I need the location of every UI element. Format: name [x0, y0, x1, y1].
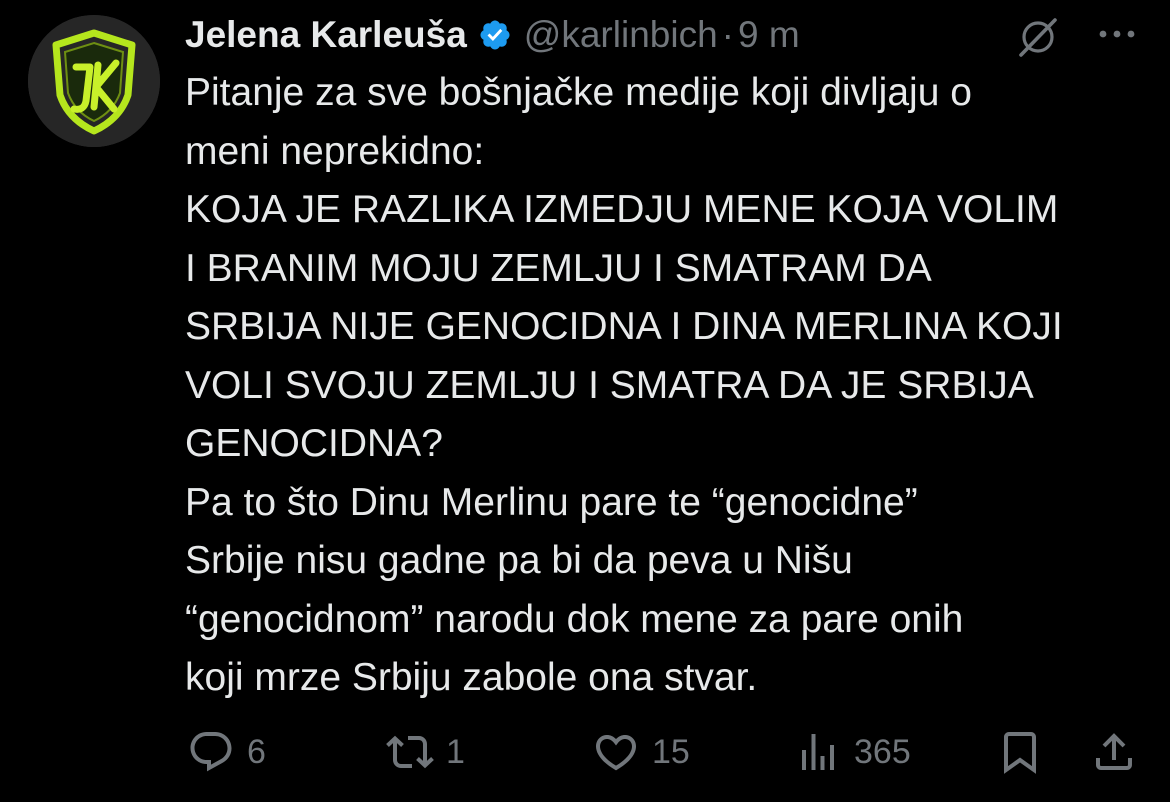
- display-name[interactable]: Jelena Karleuša: [185, 14, 467, 56]
- tweet: Jelena Karleuša @karlinbich · 9 m Pitanj…: [0, 0, 1170, 802]
- tweet-text-line: meni neprekidno:: [185, 129, 485, 173]
- avatar[interactable]: [28, 15, 160, 147]
- reply-button[interactable]: 6: [187, 726, 266, 778]
- separator-dot: ·: [721, 14, 734, 55]
- grok-icon[interactable]: [1015, 14, 1061, 60]
- tweet-text-line: “genocidnom” narodu dok mene za pare oni…: [185, 597, 964, 641]
- tweet-text-line: VOLI SVOJU ZEMLJU I SMATRA DA JE SRBIJA: [185, 363, 1034, 407]
- tweet-text-line: Pa to što Dinu Merlinu pare te “genocidn…: [185, 480, 918, 524]
- action-bar: 6 1 15 365: [0, 720, 1170, 784]
- reply-icon: [190, 732, 232, 772]
- like-button[interactable]: 15: [592, 726, 690, 778]
- heart-icon: [595, 735, 637, 771]
- bookmark-icon: [1004, 732, 1036, 774]
- views-chart-icon: [802, 734, 834, 770]
- like-count: 15: [652, 732, 690, 771]
- tweet-text-line: I BRANIM MOJU ZEMLJU I SMATRAM DA: [185, 246, 932, 290]
- bookmark-button[interactable]: [996, 726, 1044, 778]
- tweet-text-line: Srbije nisu gadne pa bi da peva u Nišu: [185, 539, 853, 582]
- tweet-text-line: Pitanje za sve bošnjačke medije koji div…: [185, 71, 972, 114]
- handle[interactable]: @karlinbich: [524, 14, 718, 56]
- timestamp[interactable]: 9 m: [738, 14, 800, 56]
- share-icon: [1096, 733, 1132, 770]
- share-button[interactable]: [1090, 726, 1138, 778]
- verified-badge-icon[interactable]: [478, 18, 512, 52]
- more-options-icon[interactable]: [1095, 22, 1139, 46]
- tweet-text: Pitanje za sve bošnjačke medije koji div…: [185, 64, 1160, 708]
- tweet-text-line: SRBIJA NIJE GENOCIDNA I DINA MERLINA KOJ…: [185, 305, 1063, 348]
- tweet-text-line: KOJA JE RAZLIKA IZMEDJU MENE KOJA VOLIM: [185, 188, 1059, 231]
- views-button[interactable]: 365: [794, 726, 911, 778]
- repost-icon: [386, 735, 434, 769]
- tweet-text-line: GENOCIDNA?: [185, 422, 443, 465]
- repost-count: 1: [446, 732, 465, 771]
- tweet-text-line: koji mrze Srbiju zabole ona stvar.: [185, 656, 758, 699]
- tweet-header: Jelena Karleuša @karlinbich · 9 m: [185, 12, 800, 58]
- reply-count: 6: [247, 732, 266, 771]
- repost-button[interactable]: 1: [386, 726, 465, 778]
- jk-shield-logo-icon: [28, 15, 160, 147]
- views-count: 365: [854, 732, 911, 771]
